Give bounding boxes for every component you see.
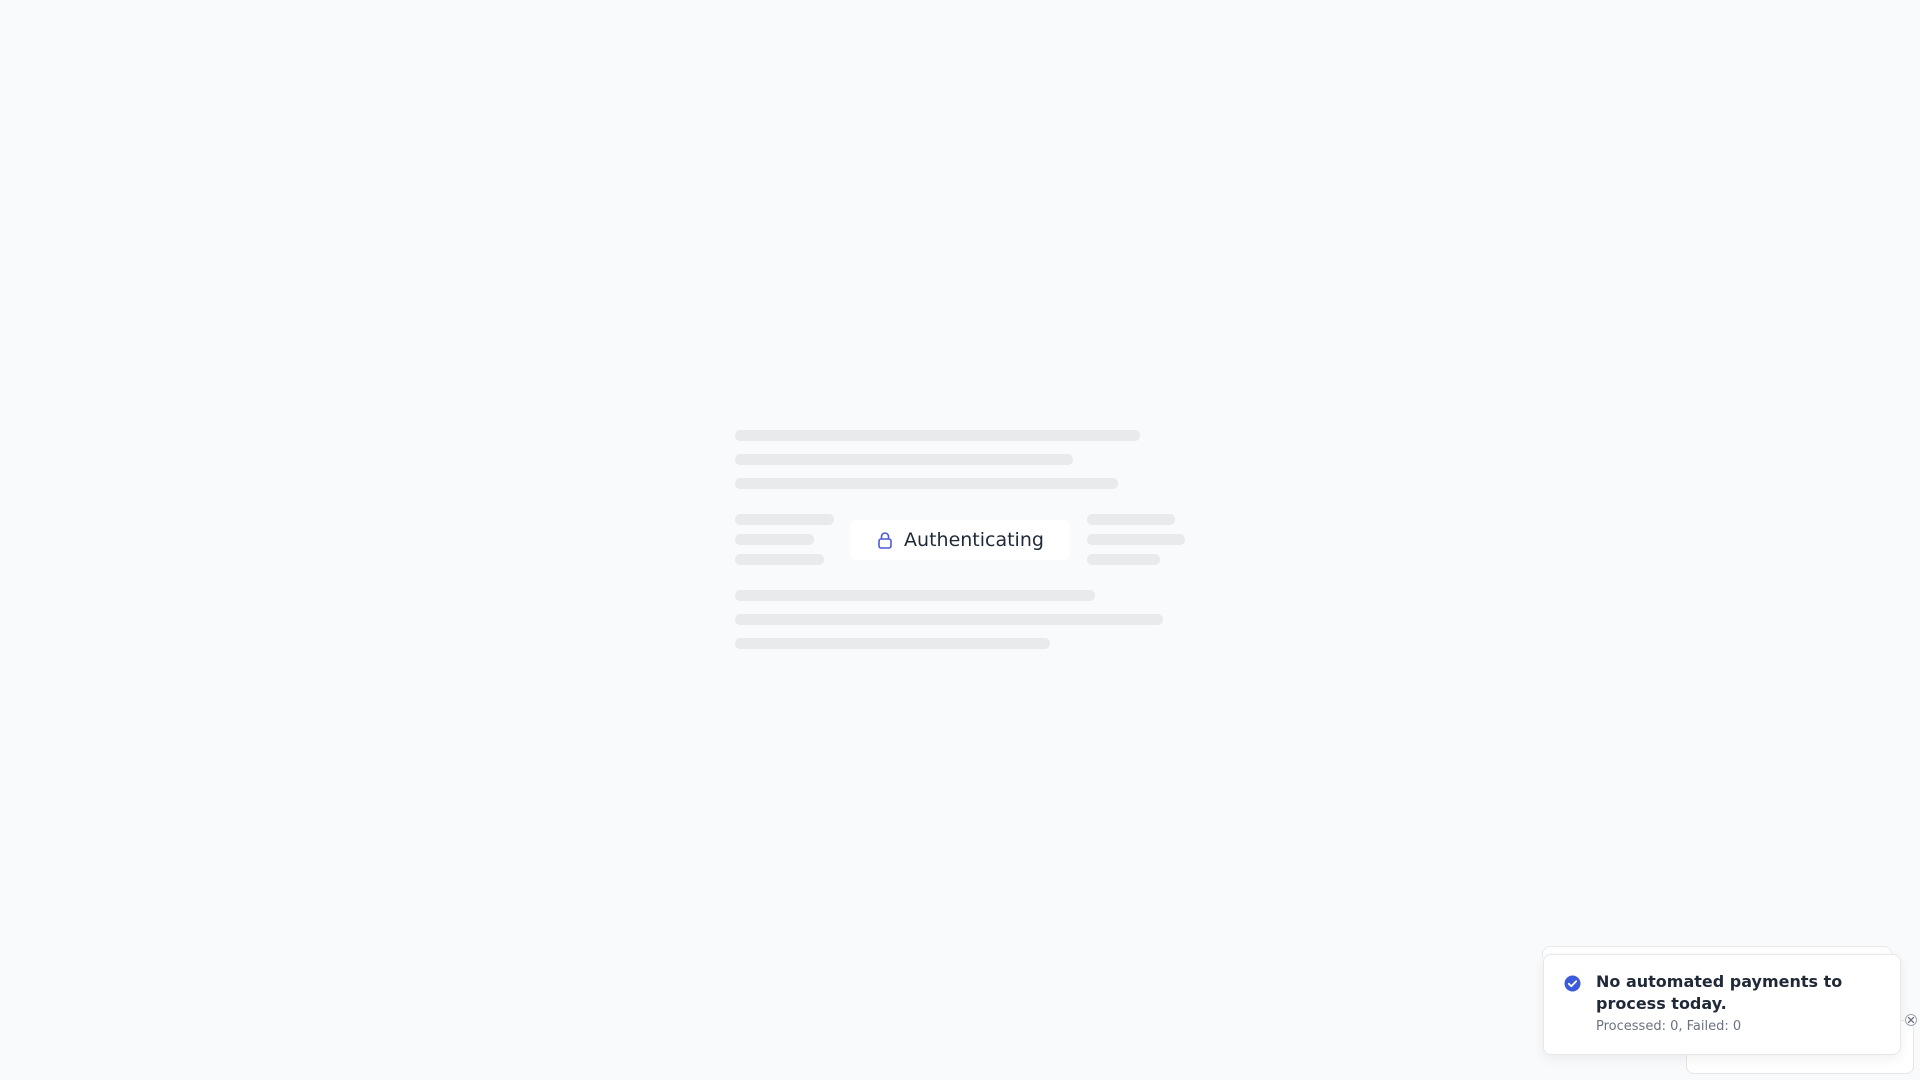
skeleton-line	[735, 534, 814, 545]
toast-title: No automated payments to process today.	[1596, 972, 1843, 1013]
skeleton-line	[735, 614, 1163, 625]
skeleton-line	[1087, 514, 1175, 525]
skeleton-line	[735, 454, 1073, 465]
skeleton-line	[1087, 534, 1185, 545]
authenticating-label: Authenticating	[904, 529, 1044, 551]
skeleton-line	[735, 430, 1140, 441]
skeleton-line	[735, 638, 1050, 649]
close-icon	[1907, 1016, 1915, 1024]
toast-description: Processed: 0, Failed: 0	[1596, 1019, 1742, 1034]
loading-screen: Authenticating No automated payments to …	[0, 0, 1920, 1080]
check-circle-icon	[1564, 975, 1581, 992]
lock-icon	[878, 532, 892, 549]
skeleton-line	[735, 554, 824, 565]
skeleton-line	[735, 514, 834, 525]
skeleton-line	[735, 478, 1118, 489]
skeleton-line	[735, 590, 1095, 601]
authenticating-status: Authenticating	[850, 520, 1070, 560]
toast-close-button[interactable]	[1905, 1014, 1917, 1026]
skeleton-line	[1087, 554, 1160, 565]
notification-toast[interactable]: No automated payments to process today. …	[1543, 954, 1901, 1055]
